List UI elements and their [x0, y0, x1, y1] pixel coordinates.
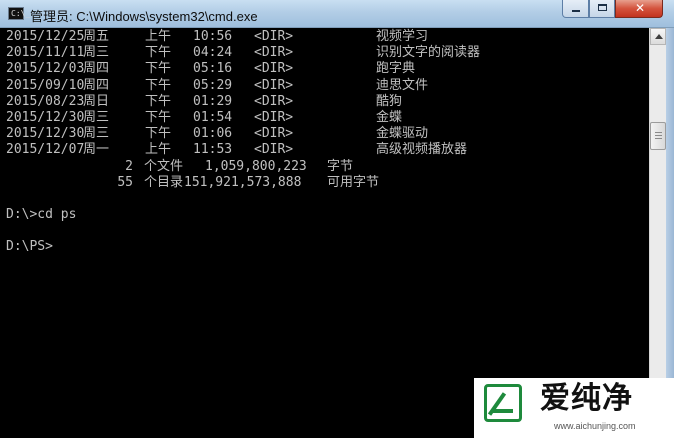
entry-name: 跑字典	[376, 61, 416, 77]
cmd-icon[interactable]: C:\_	[8, 7, 30, 20]
entry-ampm: 下午	[145, 45, 172, 61]
entry-date: 2015/08/23	[6, 93, 85, 109]
entry-time: 10:56	[193, 29, 233, 44]
watermark-name: 爱纯净	[540, 381, 633, 416]
cmd-icon-glyph: C:\_	[11, 9, 31, 18]
file-total-bytes: 1,059,800,223	[205, 158, 307, 174]
entry-ampm: 下午	[145, 93, 172, 109]
entry-ampm: 下午	[145, 126, 172, 142]
entry-weekday: 周四	[83, 61, 110, 77]
entry-weekday: 周三	[83, 109, 110, 125]
site-watermark: 爱纯净 www.aichunjing.com	[474, 378, 674, 438]
entry-time: 05:29	[193, 77, 233, 93]
entry-weekday: 周三	[83, 45, 110, 61]
free-bytes: 151,921,573,888	[184, 174, 302, 190]
scroll-up-arrow-icon[interactable]	[650, 28, 666, 45]
close-button[interactable]: ✕	[615, 0, 663, 18]
entry-name: 金蝶驱动	[376, 126, 429, 142]
entry-weekday: 周一	[83, 142, 110, 158]
entry-weekday: 周五	[83, 29, 110, 44]
entry-type: <DIR>	[254, 126, 294, 142]
free-bytes-unit: 可用字节	[327, 174, 380, 190]
dir-count: 55	[117, 174, 133, 190]
entry-time: 05:16	[193, 61, 233, 77]
entry-weekday: 周四	[83, 77, 110, 93]
entry-ampm: 下午	[145, 77, 172, 93]
entry-ampm: 上午	[145, 142, 172, 158]
entry-ampm: 下午	[145, 61, 172, 77]
maximize-button[interactable]	[589, 0, 615, 18]
entry-name: 金蝶	[376, 109, 403, 125]
entry-type: <DIR>	[254, 29, 294, 44]
prompt-line[interactable]: D:\PS>	[6, 239, 646, 255]
watermark-logo-icon	[484, 384, 522, 422]
entry-name: 高级视频播放器	[376, 142, 468, 158]
entry-date: 2015/12/03	[6, 61, 85, 77]
command-line: D:\>cd ps	[6, 207, 646, 223]
scroll-thumb[interactable]	[650, 122, 666, 150]
dir-listing-row: 2015/12/07 周一 上午 11:53 <DIR> 高级视频播放器	[6, 142, 646, 158]
entry-time: 11:53	[193, 142, 233, 158]
console-output[interactable]: 2015/12/25 周五 上午 10:56 <DIR> 视频学习 2015/1…	[0, 28, 649, 438]
maximize-icon	[598, 4, 607, 11]
entry-weekday: 周日	[83, 93, 110, 109]
entry-date: 2015/12/25	[6, 29, 85, 44]
entry-ampm: 下午	[145, 109, 172, 125]
entry-time: 01:54	[193, 109, 233, 125]
dir-summary-row: 55 个目录 151,921,573,888 可用字节	[6, 175, 646, 191]
file-bytes-unit: 字节	[327, 158, 354, 174]
dir-count-label: 个目录	[144, 174, 184, 190]
entry-date: 2015/12/30	[6, 109, 85, 125]
title-bar[interactable]: C:\_ 管理员: C:\Windows\system32\cmd.exe ✕	[0, 0, 674, 28]
entry-type: <DIR>	[254, 109, 294, 125]
dir-listing-row: 2015/12/30 周三 下午 01:54 <DIR> 金蝶	[6, 110, 646, 126]
entry-date: 2015/12/07	[6, 142, 85, 158]
entry-type: <DIR>	[254, 142, 294, 158]
window-title: 管理员: C:\Windows\system32\cmd.exe	[30, 9, 258, 24]
close-icon: ✕	[634, 1, 646, 15]
entry-time: 01:29	[193, 93, 233, 109]
entry-name: 酷狗	[376, 93, 403, 109]
dir-listing-row: 2015/12/25 周五 上午 10:56 <DIR> 视频学习	[6, 29, 646, 45]
minimize-button[interactable]	[562, 0, 589, 18]
entry-time: 04:24	[193, 45, 233, 61]
watermark-url: www.aichunjing.com	[554, 421, 636, 431]
entry-type: <DIR>	[254, 77, 294, 93]
command-text: D:\>cd ps	[6, 207, 77, 223]
entry-weekday: 周三	[83, 126, 110, 142]
entry-date: 2015/09/10	[6, 77, 85, 93]
entry-type: <DIR>	[254, 93, 294, 109]
entry-date: 2015/12/30	[6, 126, 85, 142]
dir-listing-row: 2015/08/23 周日 下午 01:29 <DIR> 酷狗	[6, 94, 646, 110]
vertical-scrollbar[interactable]	[649, 28, 666, 438]
entry-type: <DIR>	[254, 45, 294, 61]
entry-name: 视频学习	[376, 29, 429, 44]
file-summary-row: 2 个文件 1,059,800,223 字节	[6, 159, 646, 175]
entry-date: 2015/11/11	[6, 45, 85, 61]
current-prompt[interactable]: D:\PS>	[6, 239, 53, 255]
entry-ampm: 上午	[145, 29, 172, 44]
file-count: 2	[125, 158, 133, 174]
dir-listing-row: 2015/12/03 周四 下午 05:16 <DIR> 跑字典	[6, 61, 646, 77]
entry-time: 01:06	[193, 126, 233, 142]
window-frame-edge	[666, 28, 674, 438]
entry-name: 识别文字的阅读器	[376, 45, 481, 61]
dir-listing-row: 2015/11/11 周三 下午 04:24 <DIR> 识别文字的阅读器	[6, 45, 646, 61]
entry-type: <DIR>	[254, 61, 294, 77]
file-count-label: 个文件	[144, 158, 184, 174]
minimize-icon	[572, 10, 580, 12]
entry-name: 迪思文件	[376, 77, 429, 93]
dir-listing-row: 2015/12/30 周三 下午 01:06 <DIR> 金蝶驱动	[6, 126, 646, 142]
dir-listing-row: 2015/09/10 周四 下午 05:29 <DIR> 迪思文件	[6, 78, 646, 94]
